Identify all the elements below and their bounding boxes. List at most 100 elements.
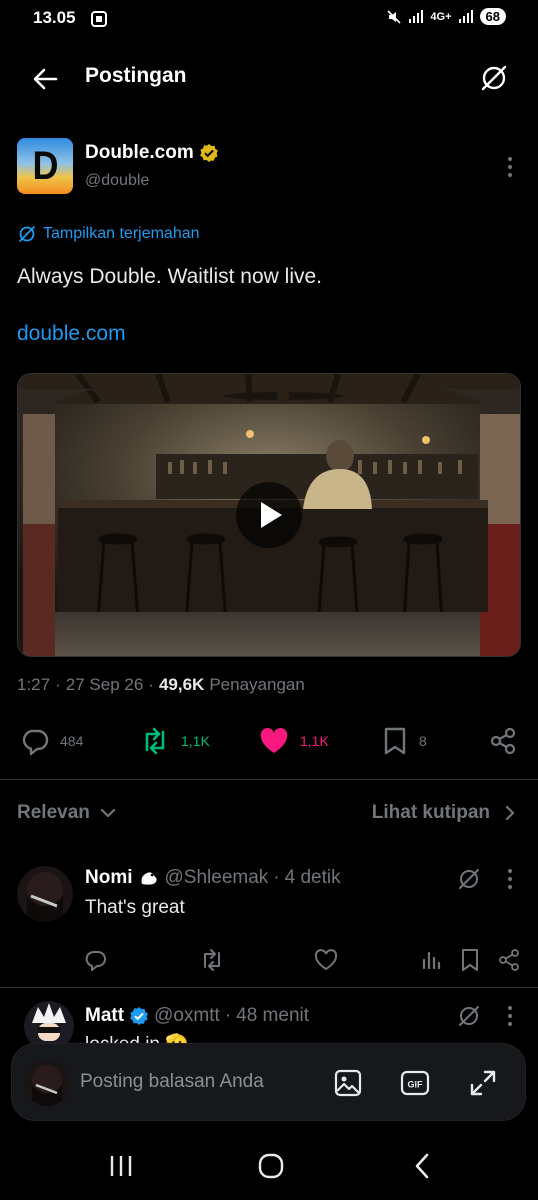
signal-icon: [408, 9, 424, 24]
chevron-down-icon: [100, 808, 115, 818]
more-options-button[interactable]: [500, 1005, 520, 1027]
repost-count: 1,1K: [181, 733, 210, 749]
verified-badge-icon: [129, 1006, 149, 1026]
translate-icon: [481, 65, 507, 91]
reply-bookmark-button[interactable]: [460, 948, 480, 972]
author-avatar[interactable]: D: [17, 138, 73, 194]
network-label: 4G+: [430, 10, 452, 23]
author-name[interactable]: Double.com: [85, 142, 194, 164]
sort-label: Relevan: [17, 802, 90, 823]
translate-icon: [19, 226, 35, 242]
more-options-button[interactable]: [500, 868, 520, 890]
divider: [0, 779, 538, 780]
play-icon: [261, 502, 282, 528]
composer-avatar: [24, 1060, 70, 1106]
more-options-button[interactable]: [500, 155, 520, 179]
chevron-left-icon: [415, 1153, 429, 1179]
heart-icon: [260, 728, 288, 753]
reply-repost-button[interactable]: [199, 948, 225, 972]
chevron-right-icon: [505, 805, 515, 821]
video-player[interactable]: [17, 373, 521, 657]
bookmark-count: 8: [419, 733, 427, 749]
repost-button[interactable]: 1,1K: [139, 726, 210, 756]
repost-icon: [145, 727, 165, 755]
post-meta: 1:27 · 27 Sep 26 · 49,6K Penayangan: [17, 675, 305, 695]
reply-handle[interactable]: @Shleemak: [165, 867, 269, 889]
expand-composer-button[interactable]: [468, 1068, 498, 1098]
quotes-label: Lihat kutipan: [371, 802, 490, 823]
status-time: 13.05: [33, 8, 76, 27]
share-button[interactable]: [488, 726, 518, 756]
post-time: 1:27: [17, 675, 51, 694]
reply-time: 48 menit: [236, 1005, 310, 1026]
divider: [0, 987, 538, 988]
translate-label[interactable]: Tampilkan terjemahan: [43, 225, 200, 243]
reply-avatar[interactable]: [17, 866, 73, 922]
add-image-button[interactable]: [334, 1069, 362, 1097]
reply-icon: [85, 951, 106, 971]
reply-author-name[interactable]: Nomi: [85, 867, 133, 889]
ghost-emoji-icon: [138, 868, 160, 888]
bookmark-icon: [462, 949, 478, 971]
status-bar: 13.05 4G+ 68: [0, 0, 538, 38]
views-icon: [422, 951, 441, 970]
svg-text:GIF: GIF: [408, 1080, 424, 1090]
system-nav-bar: [0, 1130, 538, 1200]
like-button[interactable]: 1,1K: [258, 726, 329, 756]
sort-relevance-button[interactable]: Relevan: [17, 802, 116, 824]
author-name-row[interactable]: Double.com: [85, 142, 219, 164]
author-handle[interactable]: @double: [85, 172, 149, 190]
status-icons: 4G+ 68: [386, 8, 506, 25]
post-views[interactable]: 49,6K: [159, 675, 204, 695]
reply-separator: ·: [273, 867, 280, 888]
share-icon: [490, 727, 516, 755]
reply-text: That's great: [85, 897, 185, 918]
reply-reply-button[interactable]: [84, 948, 108, 972]
play-button[interactable]: [236, 482, 302, 548]
reply-share-button[interactable]: [497, 948, 521, 972]
add-gif-button[interactable]: GIF: [400, 1069, 430, 1097]
recent-apps-button[interactable]: [108, 1154, 134, 1178]
home-button[interactable]: [258, 1153, 284, 1179]
battery-indicator: 68: [479, 8, 506, 25]
reply-input[interactable]: Posting balasan Anda: [80, 1071, 264, 1093]
signal-icon-2: [458, 9, 474, 24]
show-translation-link[interactable]: Tampilkan terjemahan: [17, 224, 200, 244]
gif-icon: GIF: [400, 1070, 430, 1096]
like-count: 1,1K: [300, 733, 329, 749]
more-dots-icon: [508, 1006, 512, 1026]
more-dots-icon: [508, 157, 512, 177]
reply-time: 4 detik: [284, 867, 341, 888]
reply-like-button[interactable]: [314, 948, 338, 972]
post-text: Always Double. Waitlist now live.: [17, 265, 322, 288]
post-link[interactable]: double.com: [17, 322, 126, 346]
page-title: Postingan: [85, 64, 187, 87]
reply-header: Matt @oxmtt · 48 menit: [85, 1005, 309, 1027]
post-date: 27 Sep 26: [65, 675, 144, 694]
translate-icon: [459, 1006, 479, 1026]
view-quotes-link[interactable]: Lihat kutipan: [372, 802, 516, 824]
reply-composer[interactable]: Posting balasan Anda GIF: [11, 1043, 526, 1121]
reply-handle[interactable]: @oxmtt: [154, 1005, 220, 1027]
reply-views-button[interactable]: [421, 948, 441, 972]
translate-button[interactable]: [478, 62, 510, 94]
reply-header: Nomi @Shleemak · 4 detik: [85, 867, 341, 889]
back-button[interactable]: [30, 64, 60, 94]
repost-icon: [204, 949, 220, 971]
translate-button[interactable]: [456, 866, 482, 892]
reply-button[interactable]: 484: [20, 726, 83, 756]
translate-button[interactable]: [456, 1003, 482, 1029]
image-icon: [334, 1069, 362, 1097]
reply-author-name[interactable]: Matt: [85, 1005, 124, 1027]
bookmark-button[interactable]: 8: [381, 726, 427, 756]
screenshot-icon: [90, 10, 108, 28]
share-icon: [499, 949, 519, 971]
home-icon: [258, 1153, 284, 1179]
back-arrow-icon: [33, 68, 58, 90]
verified-badge-icon: [199, 143, 219, 163]
heart-icon: [314, 949, 338, 971]
meta-separator: ·: [55, 675, 61, 694]
expand-icon: [470, 1070, 496, 1096]
avatar-letter: D: [31, 143, 58, 188]
back-nav-button[interactable]: [412, 1152, 432, 1180]
